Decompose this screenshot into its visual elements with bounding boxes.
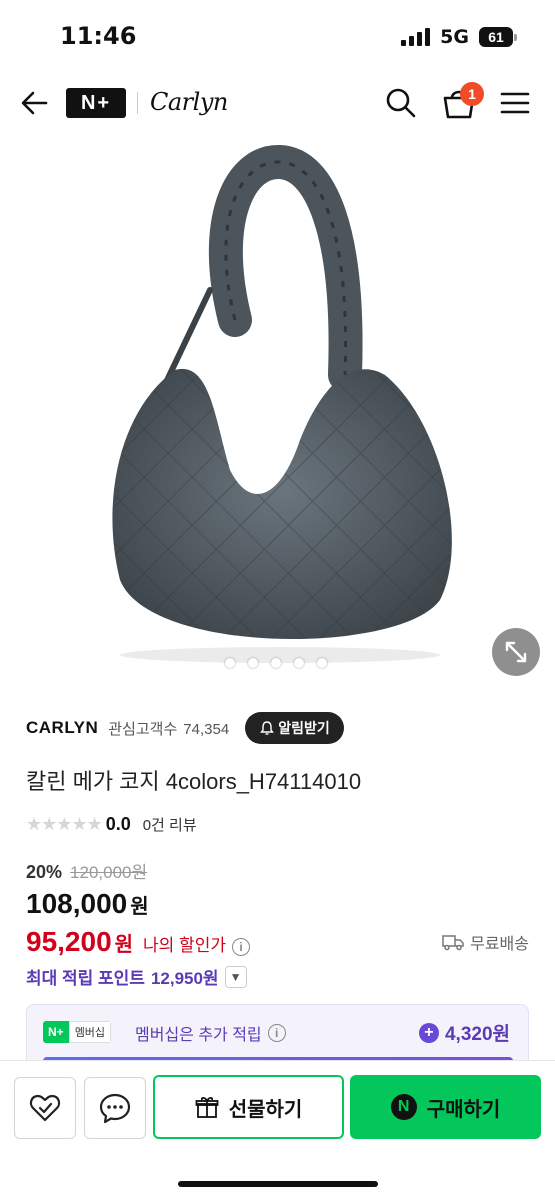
max-points-row[interactable]: 최대 적립 포인트 12,950원 ▼ — [26, 964, 247, 989]
nplus-store-logo[interactable]: N+ — [66, 88, 126, 118]
discount-percent: 20% — [26, 862, 63, 882]
buy-button[interactable]: N 구매하기 — [350, 1075, 541, 1139]
membership-points: + 4,320원 — [418, 1019, 510, 1046]
shipping-label: 무료배송 — [470, 936, 529, 953]
membership-tag: N+ 멤버십 — [43, 1021, 112, 1043]
pagination-dot[interactable] — [248, 658, 258, 668]
expand-icon — [505, 641, 527, 663]
points-label: 최대 적립 포인트 — [26, 969, 145, 988]
pagination-dot[interactable] — [225, 658, 235, 668]
my-discount-price: 95,200 원 나의 할인가 i — [26, 926, 250, 958]
chevron-down-icon[interactable]: ▼ — [224, 965, 247, 988]
review-count[interactable]: 0건 리뷰 — [143, 814, 197, 835]
shipping-info: 무료배송 — [442, 930, 529, 954]
search-icon[interactable] — [384, 86, 418, 120]
heart-check-icon — [29, 1094, 61, 1122]
battery-icon: 61 — [479, 27, 517, 47]
product-image-gallery[interactable] — [0, 140, 555, 690]
chat-button[interactable] — [84, 1077, 146, 1139]
back-arrow-icon[interactable] — [18, 86, 52, 120]
pagination-dot[interactable] — [317, 658, 327, 668]
star-rating-icon: ★★★★★ — [26, 814, 103, 834]
fans-count: 관심고객수 74,354 — [108, 718, 229, 739]
pagination-dot[interactable] — [294, 658, 304, 668]
wishlist-button[interactable] — [14, 1077, 76, 1139]
status-bar: 11:46 5G 61 — [0, 0, 555, 70]
gift-label: 선물하기 — [228, 1098, 303, 1121]
fans-number: 74,354 — [183, 720, 230, 738]
network-type: 5G — [440, 26, 469, 48]
truck-icon — [442, 935, 464, 951]
product-title: 칼린 메가 코지 4colors_H74114010 — [26, 769, 362, 794]
my-price-label: 나의 할인가 — [143, 936, 226, 955]
alarm-subscribe-button[interactable]: 알림받기 — [245, 712, 344, 744]
cart-count-badge: 1 — [460, 82, 484, 106]
brand-logo[interactable]: Carlyn — [150, 88, 228, 116]
membership-value: 4,320원 — [444, 1024, 510, 1045]
product-image — [112, 145, 452, 663]
nplus-tag: N+ — [43, 1021, 69, 1043]
rating-score: 0.0 — [105, 814, 131, 834]
bottom-action-bar: 선물하기 N 구매하기 — [0, 1060, 555, 1200]
gallery-pagination — [225, 658, 327, 668]
home-indicator — [178, 1181, 378, 1187]
original-price: 120,000원 — [70, 863, 148, 882]
membership-text-label: 멤버십은 추가 적립 — [135, 1027, 262, 1044]
top-navigation: N+ Carlyn 1 — [0, 70, 555, 136]
my-price-unit: 원 — [114, 934, 134, 956]
my-price-value: 95,200 — [26, 926, 112, 957]
info-icon[interactable]: i — [231, 938, 250, 956]
buy-label: 구매하기 — [426, 1098, 501, 1121]
gift-button[interactable]: 선물하기 — [153, 1075, 344, 1139]
membership-tag-label: 멤버십 — [68, 1021, 112, 1043]
info-icon[interactable]: i — [267, 1024, 286, 1042]
points-value: 12,950원 — [150, 969, 219, 988]
brand-row: CARLYN 관심고객수 74,354 알림받기 — [26, 712, 536, 744]
sale-price: 108,000 원 — [26, 888, 149, 920]
sale-price-value: 108,000 — [26, 888, 128, 919]
fans-label: 관심고객수 — [108, 720, 178, 738]
plus-icon: + — [418, 1022, 439, 1043]
bell-plus-icon — [260, 721, 275, 735]
status-time: 11:46 — [60, 22, 137, 50]
pagination-dot[interactable] — [271, 658, 281, 668]
brand-name[interactable]: CARLYN — [26, 718, 98, 738]
alarm-label: 알림받기 — [278, 720, 330, 736]
rating-row[interactable]: ★★★★★ 0.0 0건 리뷰 — [26, 814, 197, 835]
signal-icon — [401, 28, 431, 46]
naver-pay-icon: N — [390, 1094, 417, 1120]
expand-image-button[interactable] — [492, 628, 540, 676]
membership-text: 멤버십은 추가 적립 i — [135, 1021, 286, 1045]
logo-divider — [137, 92, 138, 114]
status-indicators: 5G 61 — [401, 26, 517, 48]
chat-bubble-icon — [99, 1093, 131, 1124]
discount-row: 20% 120,000원 — [26, 858, 147, 883]
hamburger-menu-icon[interactable] — [500, 88, 530, 118]
sale-price-unit: 원 — [130, 896, 149, 918]
battery-level: 61 — [479, 27, 513, 47]
gift-icon — [195, 1096, 219, 1118]
